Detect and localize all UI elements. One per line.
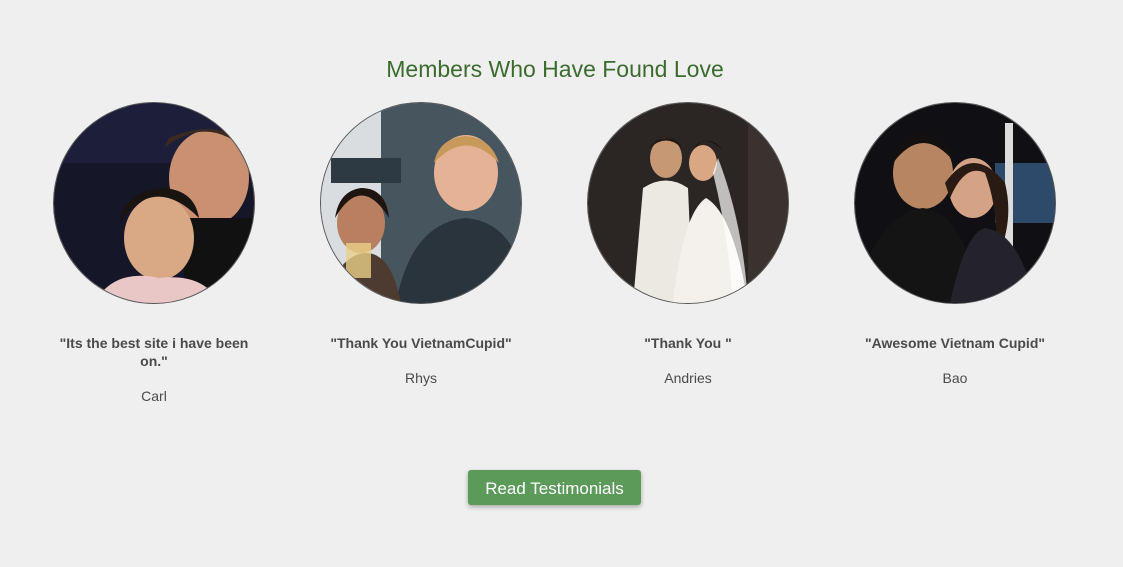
member-photo [854, 102, 1056, 304]
couple-photo-carl [54, 103, 254, 303]
testimonial-quote: "Thank You " [644, 335, 732, 351]
member-name: Carl [141, 388, 167, 404]
couple-photo-andries [588, 103, 788, 303]
testimonials-section: Members Who Have Found Love "Its the bes… [0, 0, 1123, 567]
testimonial-card-bao: "Awesome Vietnam Cupid" Bao [845, 102, 1065, 386]
read-testimonials-button[interactable]: Read Testimonials [468, 470, 641, 505]
member-name: Bao [942, 370, 968, 386]
member-name: Andries [664, 370, 712, 386]
member-photo [320, 102, 522, 304]
couple-photo-bao [855, 103, 1055, 303]
testimonial-card-andries: "Thank You " Andries [578, 102, 798, 386]
member-photo [587, 102, 789, 304]
testimonial-card-carl: "Its the best site i have been on." Carl [44, 102, 264, 404]
member-name: Rhys [405, 370, 437, 386]
couple-photo-rhys [321, 103, 521, 303]
testimonial-card-rhys: "Thank You VietnamCupid" Rhys [311, 102, 531, 386]
testimonial-quote: "Its the best site i have been on." [59, 335, 249, 369]
testimonial-quote: "Awesome Vietnam Cupid" [864, 335, 1046, 351]
section-title: Members Who Have Found Love [386, 56, 724, 82]
member-photo [53, 102, 255, 304]
testimonial-quote: "Thank You VietnamCupid" [330, 335, 512, 351]
